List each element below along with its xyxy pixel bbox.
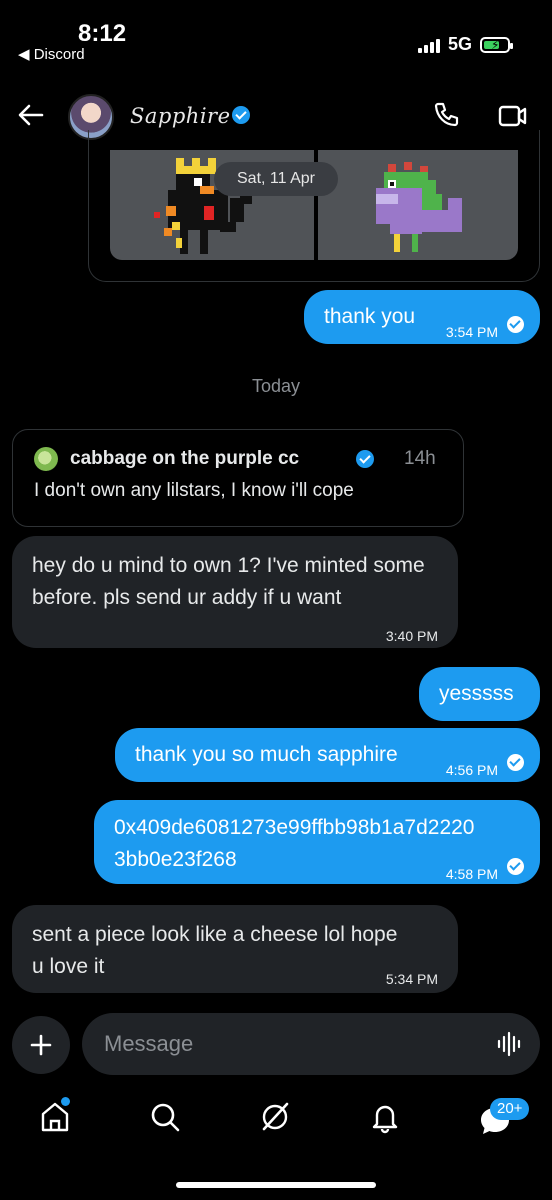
quoted-post-card[interactable]: [12, 429, 464, 527]
grok-icon[interactable]: [258, 1100, 292, 1134]
verified-badge-icon: [232, 106, 250, 124]
message-time: 4:58 PM: [445, 866, 498, 882]
voice-message-icon[interactable]: [496, 1031, 524, 1057]
quoted-post-text: I don't own any lilstars, I know i'll co…: [34, 480, 354, 501]
search-icon[interactable]: [148, 1100, 182, 1134]
message-bubble-outgoing[interactable]: thank you 3:54 PM: [304, 290, 540, 344]
message-time: 4:56 PM: [445, 762, 498, 778]
message-input[interactable]: [82, 1013, 540, 1075]
message-bubble-outgoing[interactable]: thank you so much sapphire 4:56 PM: [115, 728, 540, 782]
message-time: 5:34 PM: [385, 971, 438, 987]
message-text: thank you so much sapphire: [135, 743, 398, 766]
messages-badge: 20+: [490, 1098, 530, 1120]
network-label: 5G: [447, 34, 472, 54]
quoted-author-name: cabbage on the purple cc: [70, 448, 300, 469]
message-bubble-outgoing[interactable]: yesssss: [419, 667, 540, 721]
day-separator: Today: [251, 376, 301, 396]
message-text-line: 0x409de6081273e99ffbb98b1a7d2220: [114, 816, 475, 839]
message-bubble-outgoing[interactable]: 0x409de6081273e99ffbb98b1a7d2220 3bb0e23…: [94, 800, 540, 884]
add-attachment-button[interactable]: [12, 1016, 70, 1074]
message-text: thank you: [324, 305, 416, 328]
back-arrow-icon[interactable]: [16, 100, 46, 130]
message-bubble-incoming[interactable]: hey do u mind to own 1? I've minted some…: [12, 536, 458, 648]
home-indicator: [176, 1182, 376, 1188]
message-text: hey do u mind to own 1? I've minted some…: [32, 554, 425, 609]
back-to-app-link[interactable]: ◀ Discord: [18, 45, 85, 63]
status-time: 8:12: [78, 20, 127, 47]
battery-icon: ⚡: [480, 36, 513, 53]
notification-dot: [61, 1097, 70, 1106]
message-bubble-incoming[interactable]: sent a piece look like a cheese lol hope…: [12, 905, 458, 993]
video-call-icon[interactable]: [498, 102, 528, 130]
message-text-line: u love it: [32, 955, 105, 978]
conversation-name[interactable]: Sapphire: [130, 104, 231, 128]
message-time: 3:54 PM: [445, 324, 498, 340]
date-chip: Sat, 11 Apr: [214, 162, 338, 196]
message-text: yesssss: [439, 682, 514, 705]
message-text-line: sent a piece look like a cheese lol hope: [32, 923, 398, 946]
notifications-icon[interactable]: [368, 1100, 402, 1134]
status-indicators: 5G ⚡: [417, 34, 513, 55]
phone-call-icon[interactable]: [432, 100, 462, 130]
read-check-icon: [507, 754, 524, 771]
signal-icon: [417, 37, 440, 53]
read-check-icon: [507, 316, 524, 333]
quoted-post-time: 14h: [404, 448, 436, 469]
quoted-author-avatar: [34, 447, 58, 471]
nft-image-bird[interactable]: [318, 150, 518, 260]
message-time: 3:40 PM: [385, 628, 438, 644]
read-check-icon: [507, 858, 524, 875]
plus-icon: [30, 1034, 52, 1056]
